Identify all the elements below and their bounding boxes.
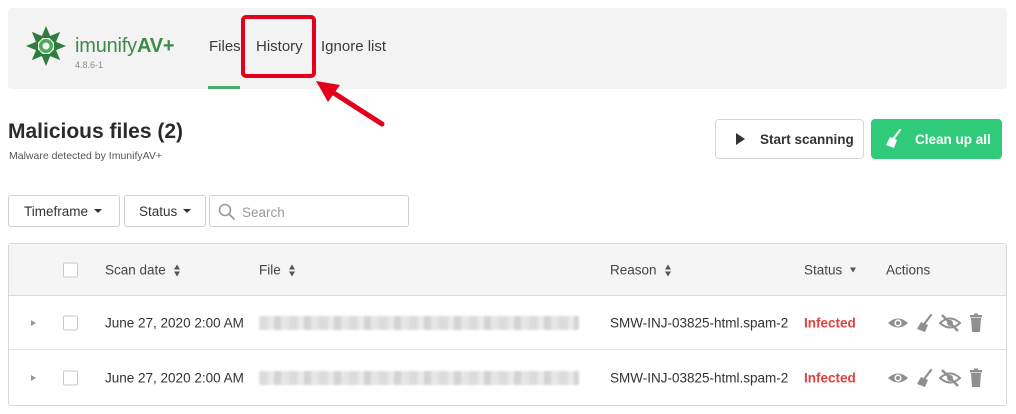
sort-icon (173, 264, 181, 277)
row-actions (887, 313, 987, 333)
chevron-down-icon (183, 209, 192, 213)
column-scan-date[interactable]: Scan date (105, 262, 181, 277)
clean-up-all-button[interactable]: Clean up all (871, 119, 1002, 159)
clean-up-all-label: Clean up all (915, 131, 991, 147)
eye-icon[interactable] (887, 313, 909, 333)
file-path-redacted (259, 315, 579, 330)
start-scanning-label: Start scanning (760, 131, 854, 147)
row-checkbox[interactable] (63, 370, 78, 386)
trash-icon[interactable] (965, 368, 987, 388)
page-title: Malicious files (2) (8, 120, 184, 143)
column-reason[interactable]: Reason (610, 262, 672, 277)
status-badge: Infected (804, 315, 856, 330)
trash-icon[interactable] (965, 313, 987, 333)
page-subtitle: Malware detected by ImunifyAV+ (9, 150, 163, 162)
imunify-logo-icon (26, 26, 66, 66)
brand-name: imunifyAV+ (75, 35, 175, 57)
timeframe-label: Timeframe (24, 203, 89, 219)
broom-icon (886, 129, 902, 148)
row-actions (887, 368, 987, 388)
ignore-icon[interactable] (938, 313, 962, 333)
reason-cell: SMW-INJ-03825-html.spam-2 (610, 315, 789, 330)
column-actions: Actions (886, 262, 931, 277)
tab-files[interactable]: Files (209, 38, 241, 55)
search-box[interactable] (209, 195, 409, 227)
scan-date-cell: June 27, 2020 2:00 AM (105, 315, 244, 330)
tab-ignore-list[interactable]: Ignore list (321, 38, 386, 55)
file-path-redacted (259, 371, 579, 385)
clean-icon[interactable] (913, 313, 935, 333)
chevron-down-icon (94, 209, 103, 213)
start-scanning-button[interactable]: Start scanning (715, 119, 864, 159)
status-filter-label: Status (139, 203, 178, 219)
status-badge: Infected (804, 370, 856, 386)
ignore-icon[interactable] (938, 368, 962, 388)
select-all-checkbox[interactable] (63, 262, 78, 277)
arrow-annotation-icon (316, 81, 385, 127)
active-tab-indicator (208, 86, 240, 89)
timeframe-dropdown[interactable]: Timeframe (8, 195, 120, 227)
app-version: 4.8.6-1 (75, 60, 104, 70)
search-input[interactable] (242, 202, 402, 222)
expand-icon[interactable] (31, 375, 36, 381)
row-checkbox[interactable] (63, 315, 78, 330)
malicious-files-table: Scan date File Reason Status Actions Jun… (8, 243, 1007, 406)
sort-icon (288, 264, 296, 277)
eye-icon[interactable] (887, 368, 909, 388)
table-row: June 27, 2020 2:00 AM SMW-INJ-03825-html… (9, 296, 1006, 350)
sort-icon (664, 264, 672, 277)
column-status[interactable]: Status (804, 262, 857, 277)
column-file[interactable]: File (259, 262, 296, 277)
expand-icon[interactable] (31, 319, 36, 326)
play-icon (736, 133, 745, 145)
sort-desc-icon (850, 267, 857, 273)
status-dropdown[interactable]: Status (124, 195, 206, 227)
table-row: June 27, 2020 2:00 AM SMW-INJ-03825-html… (9, 351, 1006, 405)
history-highlight-box (241, 15, 316, 78)
top-navigation: imunifyAV+ 4.8.6-1 Files History Ignore … (8, 8, 1007, 89)
search-icon (218, 203, 235, 220)
clean-icon[interactable] (913, 368, 935, 388)
reason-cell: SMW-INJ-03825-html.spam-2 (610, 370, 789, 386)
table-header: Scan date File Reason Status Actions (9, 244, 1006, 296)
scan-date-cell: June 27, 2020 2:00 AM (105, 370, 244, 386)
